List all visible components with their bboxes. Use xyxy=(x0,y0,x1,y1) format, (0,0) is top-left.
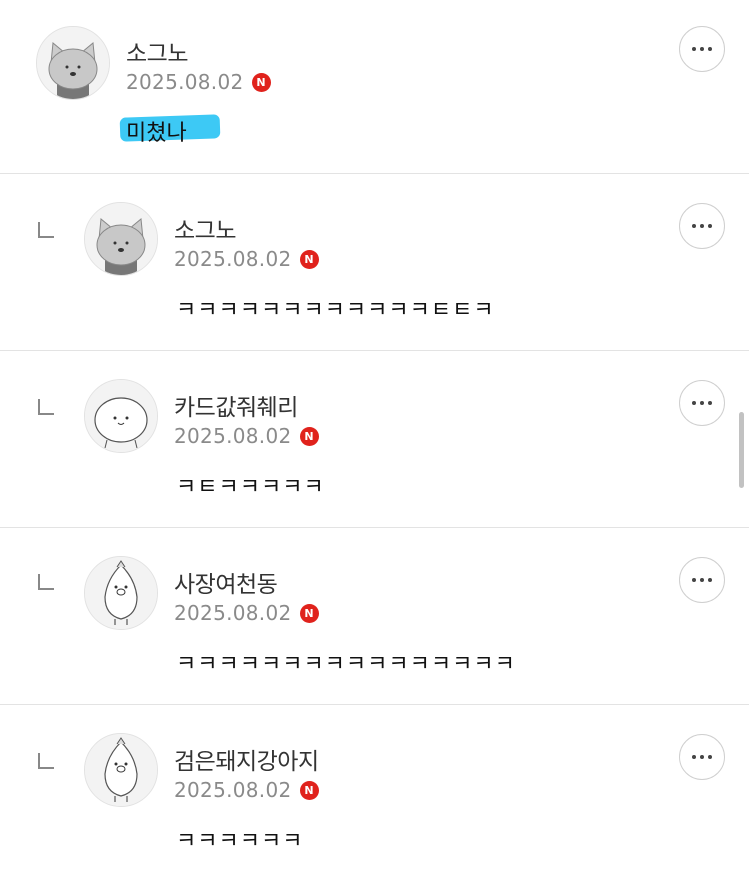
comment-date: 2025.08.02 xyxy=(174,424,292,448)
dot-icon xyxy=(708,224,712,228)
dot-icon xyxy=(700,47,704,51)
reply-item: 검은돼지강아지 2025.08.02 N ㅋㅋㅋㅋㅋㅋ xyxy=(0,705,749,869)
dot-icon xyxy=(692,401,696,405)
nickname[interactable]: 사장여천동 xyxy=(174,565,278,599)
more-options-button[interactable] xyxy=(679,734,725,780)
comment-date: 2025.08.02 xyxy=(174,601,292,625)
dot-icon xyxy=(692,755,696,759)
reply-item: 사장여천동 2025.08.02 N ㅋㅋㅋㅋㅋㅋㅋㅋㅋㅋㅋㅋㅋㅋㅋㅋ xyxy=(0,528,749,704)
new-badge-icon: N xyxy=(251,72,271,92)
comment-text: ㅋㅋㅋㅋㅋㅋㅋㅋㅋㅋㅋㅋㅌㅌㅋ xyxy=(176,298,495,323)
comment-meta: 2025.08.02 N xyxy=(174,247,319,271)
dot-icon xyxy=(708,47,712,51)
new-badge-icon: N xyxy=(299,249,319,269)
more-options-button[interactable] xyxy=(679,557,725,603)
dot-icon xyxy=(692,578,696,582)
comment-date: 2025.08.02 xyxy=(174,247,292,271)
comment-text: 미쳤나 xyxy=(126,121,187,146)
comment-meta: 2025.08.02 N xyxy=(126,70,271,94)
comment-text: ㅋㅋㅋㅋㅋㅋㅋㅋㅋㅋㅋㅋㅋㅋㅋㅋ xyxy=(176,652,516,677)
new-badge-icon: N xyxy=(299,426,319,446)
scrollbar[interactable] xyxy=(739,412,744,488)
dot-icon xyxy=(700,401,704,405)
cat-avatar-icon[interactable] xyxy=(84,202,158,276)
reply-item: 소그노 2025.08.02 N ㅋㅋㅋㅋㅋㅋㅋㅋㅋㅋㅋㅋㅌㅌㅋ xyxy=(0,174,749,350)
dot-icon xyxy=(700,755,704,759)
comment-date: 2025.08.02 xyxy=(126,70,244,94)
nickname[interactable]: 소그노 xyxy=(174,211,236,245)
penguin-avatar-icon[interactable] xyxy=(84,733,158,807)
dot-icon xyxy=(692,224,696,228)
dot-icon xyxy=(692,47,696,51)
comment-meta: 2025.08.02 N xyxy=(174,778,319,802)
comment-meta: 2025.08.02 N xyxy=(174,601,319,625)
nickname[interactable]: 소그노 xyxy=(126,34,188,68)
more-options-button[interactable] xyxy=(679,203,725,249)
comment-meta: 2025.08.02 N xyxy=(174,424,319,448)
dot-icon xyxy=(700,224,704,228)
comment-text: ㅋㅋㅋㅋㅋㅋ xyxy=(176,829,304,854)
comment-date: 2025.08.02 xyxy=(174,778,292,802)
nickname[interactable]: 검은돼지강아지 xyxy=(174,742,319,776)
reply-arrow-icon xyxy=(38,574,54,590)
comment-text: ㅋㅌㅋㅋㅋㅋㅋ xyxy=(176,475,325,500)
reply-arrow-icon xyxy=(38,399,54,415)
reply-arrow-icon xyxy=(38,222,54,238)
blob-avatar-icon[interactable] xyxy=(84,379,158,453)
more-options-button[interactable] xyxy=(679,380,725,426)
new-badge-icon: N xyxy=(299,603,319,623)
dot-icon xyxy=(708,578,712,582)
dot-icon xyxy=(708,401,712,405)
new-badge-icon: N xyxy=(299,780,319,800)
reply-item: 카드값줘췌리 2025.08.02 N ㅋㅌㅋㅋㅋㅋㅋ xyxy=(0,351,749,527)
comment-item: 소그노 2025.08.02 N 미쳤나 xyxy=(0,0,749,173)
cat-avatar-icon[interactable] xyxy=(36,26,110,100)
more-options-button[interactable] xyxy=(679,26,725,72)
dot-icon xyxy=(708,755,712,759)
reply-arrow-icon xyxy=(38,753,54,769)
nickname[interactable]: 카드값줘췌리 xyxy=(174,388,298,422)
penguin-avatar-icon[interactable] xyxy=(84,556,158,630)
dot-icon xyxy=(700,578,704,582)
